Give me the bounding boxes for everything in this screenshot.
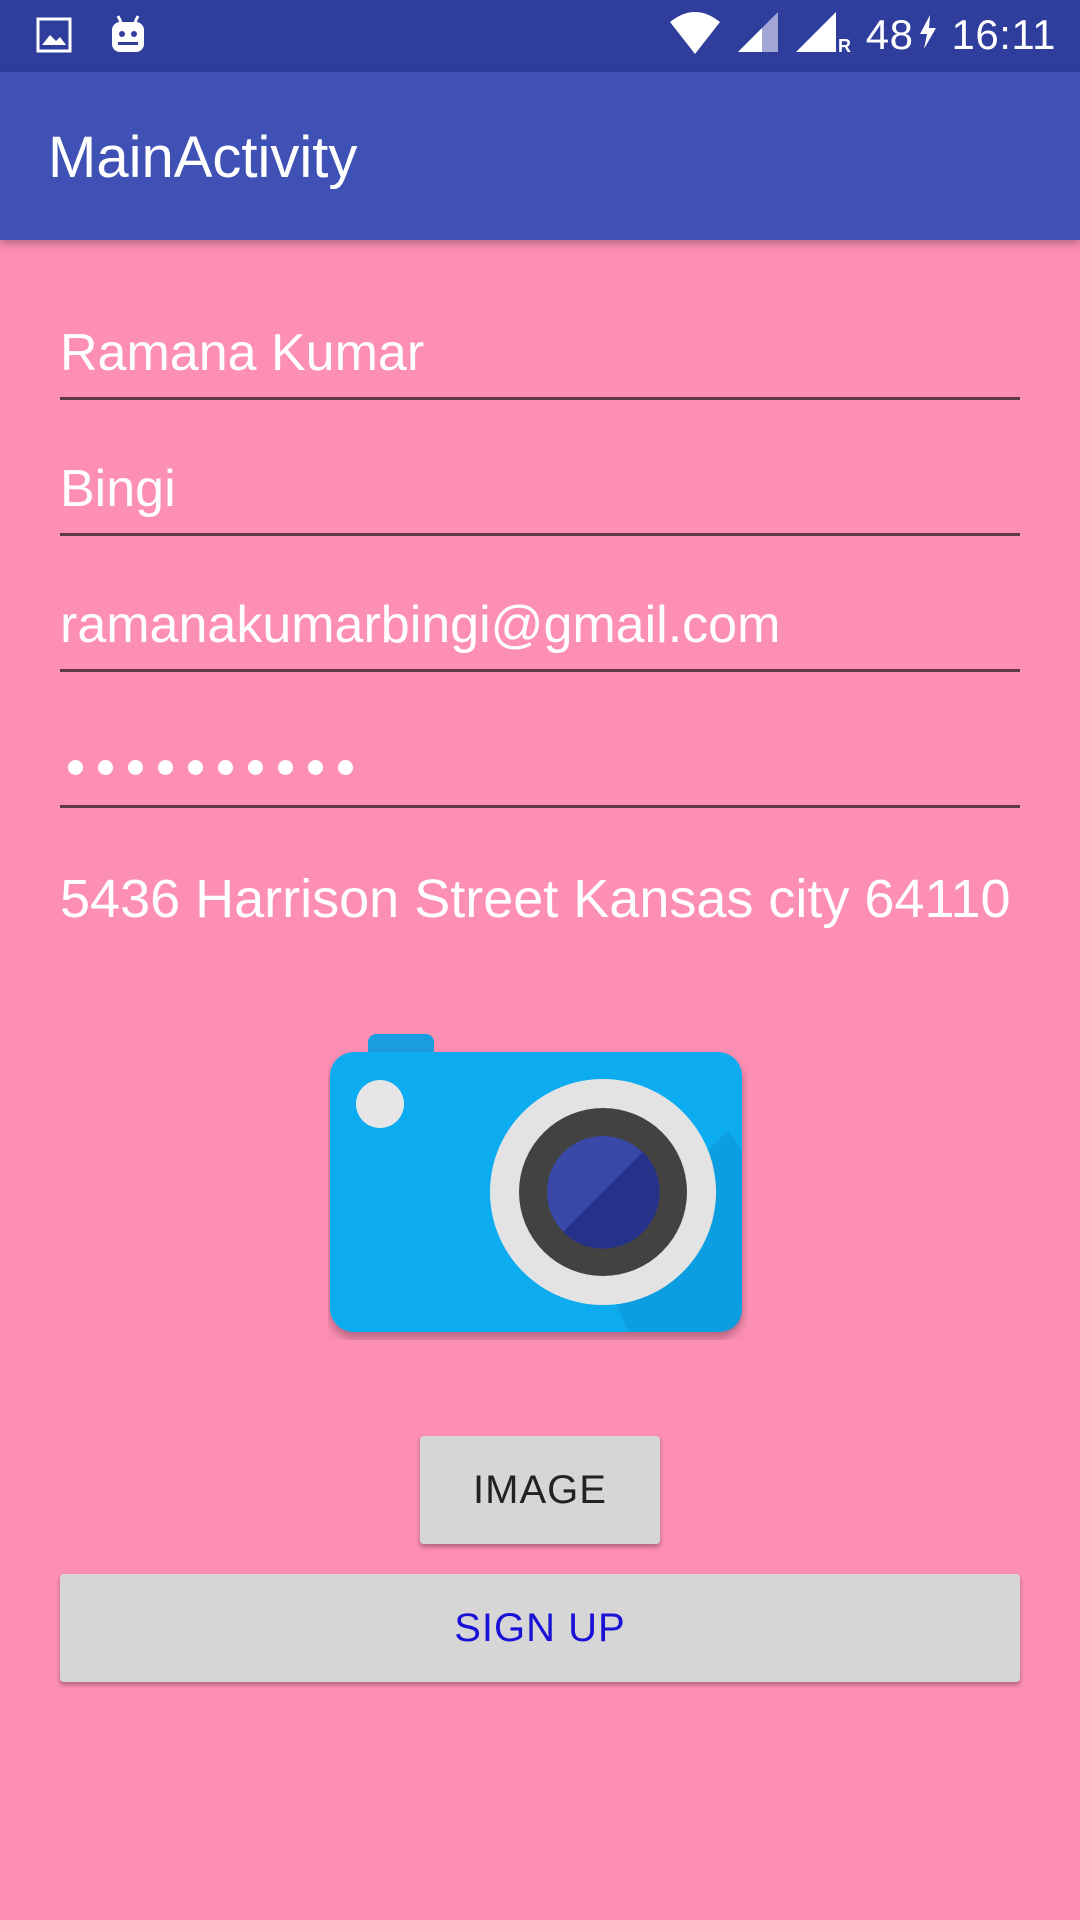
first-name-value: Ramana Kumar [60,324,425,382]
charging-icon [918,15,938,54]
address-text: 5436 Harrison Street Kansas city 64110 [60,869,1011,929]
last-name-field[interactable]: Bingi [60,436,1020,536]
battery-level: 48 [865,10,914,58]
camera-icon[interactable] [328,1030,748,1340]
email-field[interactable]: ramanakumarbingi@gmail.com [60,572,1020,672]
android-notification-icon [110,14,146,61]
password-mask [68,760,353,775]
app-bar: MainActivity [0,72,1080,240]
status-bar: R 48 16:11 [0,0,1080,72]
password-dot [98,760,113,775]
password-dot [68,760,83,775]
password-dot [158,760,173,775]
password-dot [338,760,353,775]
cell-signal-roaming-icon: R [794,10,852,59]
clock: 16:11 [951,10,1056,58]
password-dot [278,760,293,775]
password-field[interactable] [60,708,1020,808]
svg-text:R: R [838,36,851,54]
password-dot [218,760,233,775]
image-notification-icon [36,17,72,58]
password-dot [308,760,323,775]
password-dot [128,760,143,775]
image-button[interactable]: IMAGE [420,1436,660,1544]
signup-button[interactable]: SIGN UP [60,1574,1020,1682]
cell-signal-icon [736,10,780,59]
password-dot [248,760,263,775]
password-dot [188,760,203,775]
last-name-value: Bingi [60,460,176,518]
wifi-icon [668,10,722,59]
email-value: ramanakumarbingi@gmail.com [60,596,781,654]
first-name-field[interactable]: Ramana Kumar [60,300,1020,400]
page-title: MainActivity [48,125,358,190]
